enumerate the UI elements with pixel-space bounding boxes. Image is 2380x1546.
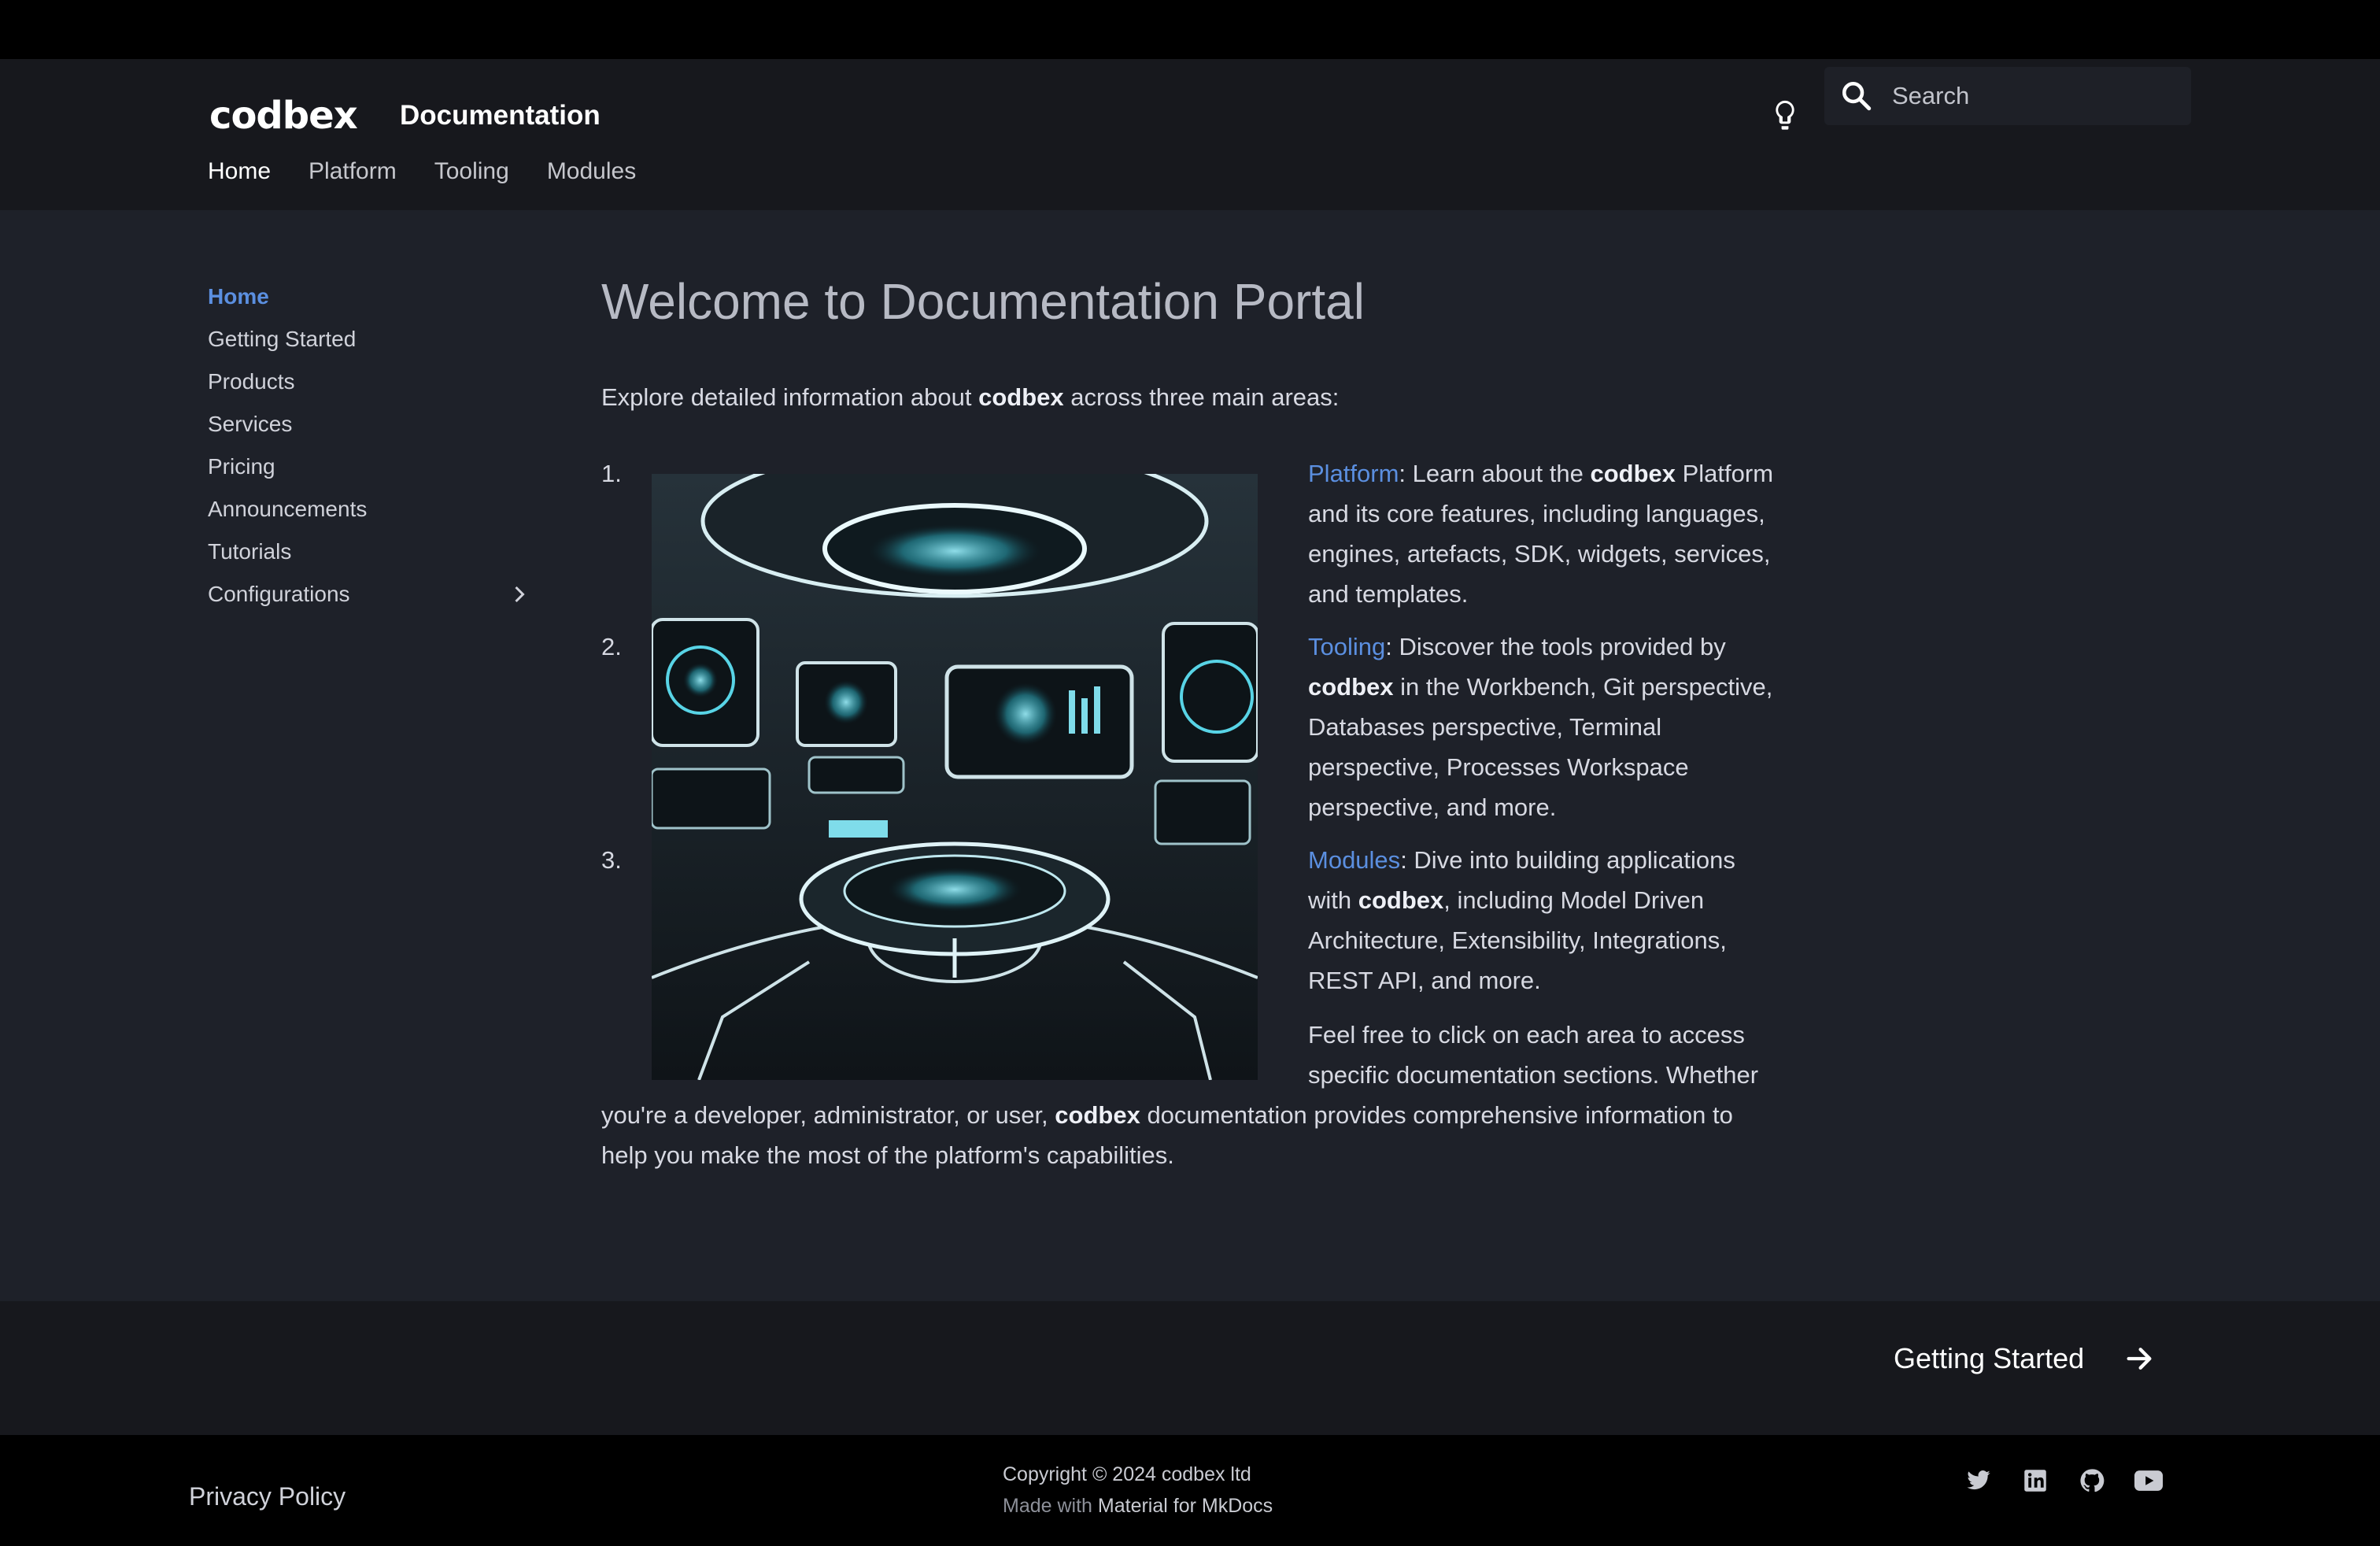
main-content: Welcome to Documentation Portal Explore … bbox=[601, 260, 1782, 1175]
tab-platform[interactable]: Platform bbox=[309, 158, 397, 185]
list-item: 3. Modules: Dive into building applicatio… bbox=[601, 846, 1735, 994]
sidebar-item-label: Services bbox=[208, 412, 293, 436]
search-input[interactable] bbox=[1892, 67, 2175, 125]
sidebar-item-label: Home bbox=[208, 284, 269, 309]
made-with-text: Made with Material for MkDocs bbox=[1003, 1495, 1273, 1517]
areas-list: 1. Platform: Learn about the codbex Platf… bbox=[601, 453, 1782, 1000]
site-title: Documentation bbox=[400, 100, 601, 131]
copyright-block: Copyright © 2024 codbex ltd Made with Ma… bbox=[1003, 1459, 1273, 1522]
search-box[interactable] bbox=[1824, 67, 2191, 125]
sidebar-item-announcements[interactable]: Announcements bbox=[208, 488, 538, 531]
next-page-label: Getting Started bbox=[1894, 1342, 2085, 1374]
sidebar-item-products[interactable]: Products bbox=[208, 361, 538, 403]
footer-navigation: Getting Started bbox=[0, 1301, 2380, 1435]
sidebar-item-services[interactable]: Services bbox=[208, 403, 538, 446]
site-footer: Privacy Policy Copyright © 2024 codbex l… bbox=[0, 1435, 2380, 1546]
sidebar-item-getting-started[interactable]: Getting Started bbox=[208, 318, 538, 361]
sidebar-item-label: Products bbox=[208, 369, 295, 394]
copyright-text: Copyright © 2024 codbex ltd bbox=[1003, 1463, 1251, 1485]
site-header: codbex Documentation Home Platform Tooli… bbox=[0, 59, 2380, 210]
sidebar-item-home[interactable]: Home bbox=[208, 276, 538, 318]
sidebar-nav: Home Getting Started Products Services P… bbox=[208, 276, 538, 616]
top-strip bbox=[0, 0, 2380, 59]
lightbulb-icon bbox=[1776, 100, 1794, 130]
tab-tooling[interactable]: Tooling bbox=[434, 158, 509, 185]
chevron-right-icon[interactable] bbox=[508, 583, 530, 605]
modules-link[interactable]: Modules bbox=[1308, 846, 1400, 874]
next-page-link[interactable]: Getting Started bbox=[1894, 1342, 2155, 1375]
tooling-link[interactable]: Tooling bbox=[1308, 633, 1385, 660]
theme-toggle-button[interactable] bbox=[1763, 94, 1807, 138]
content-block: 1. Platform: Learn about the codbex Platf… bbox=[601, 453, 1782, 1175]
sidebar-item-label: Getting Started bbox=[208, 327, 357, 351]
sidebar-item-pricing[interactable]: Pricing bbox=[208, 446, 538, 488]
sidebar-item-label: Configurations bbox=[208, 582, 350, 606]
intro-paragraph: Explore detailed information about codbe… bbox=[601, 383, 1340, 411]
arrow-right-icon bbox=[2127, 1348, 2152, 1370]
logo[interactable]: codbex bbox=[209, 78, 358, 153]
github-icon[interactable] bbox=[2078, 1466, 2106, 1495]
sidebar-item-label: Pricing bbox=[208, 454, 275, 479]
sidebar-item-label: Tutorials bbox=[208, 539, 292, 564]
list-item: 2. Tooling: Discover the tools provided b… bbox=[601, 633, 1773, 821]
sidebar-item-configurations[interactable]: Configurations bbox=[208, 573, 538, 616]
tab-home[interactable]: Home bbox=[208, 158, 271, 185]
mkdocs-link[interactable]: Material for MkDocs bbox=[1098, 1495, 1273, 1517]
search-icon bbox=[1842, 81, 1872, 111]
sidebar-item-tutorials[interactable]: Tutorials bbox=[208, 531, 538, 573]
page-title: Welcome to Documentation Portal bbox=[601, 273, 1365, 330]
tab-modules[interactable]: Modules bbox=[547, 158, 636, 185]
list-item: 1. Platform: Learn about the codbex Platf… bbox=[601, 460, 1774, 608]
linkedin-icon[interactable] bbox=[2021, 1466, 2049, 1495]
twitter-icon[interactable] bbox=[1964, 1466, 1993, 1495]
platform-link[interactable]: Platform bbox=[1308, 460, 1399, 487]
top-tabs: Home Platform Tooling Modules bbox=[208, 158, 636, 185]
sidebar-item-label: Announcements bbox=[208, 497, 368, 521]
youtube-icon[interactable] bbox=[2134, 1466, 2163, 1495]
privacy-policy-link[interactable]: Privacy Policy bbox=[189, 1482, 346, 1511]
social-links bbox=[1964, 1466, 2163, 1495]
